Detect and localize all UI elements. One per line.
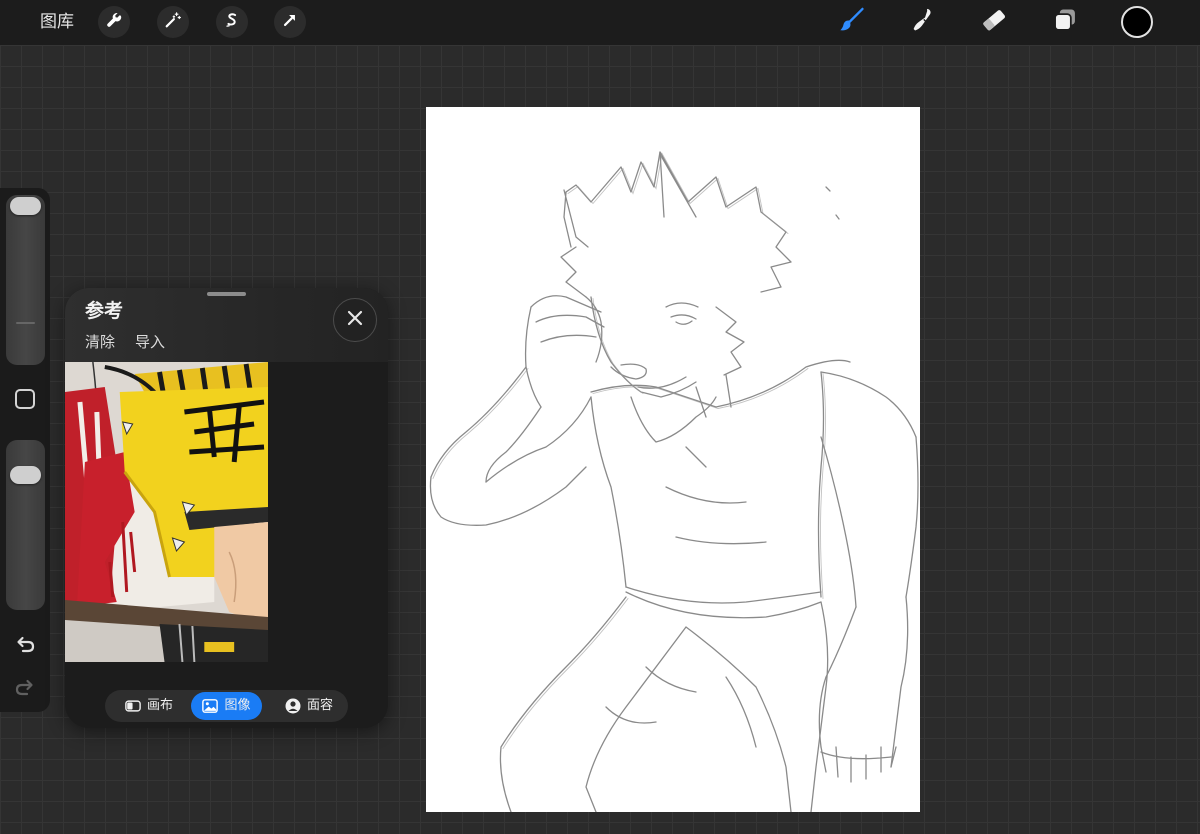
eraser-tool-button[interactable]	[979, 7, 1009, 37]
selection-icon	[223, 11, 241, 33]
brush-icon	[838, 6, 866, 38]
clear-button[interactable]: 清除	[85, 332, 115, 352]
drawing-canvas[interactable]	[426, 107, 920, 812]
reference-image[interactable]	[65, 362, 268, 662]
selection-button[interactable]	[216, 6, 248, 38]
opacity-thumb[interactable]	[10, 465, 41, 484]
brush-size-thumb[interactable]	[10, 197, 41, 215]
top-toolbar: 图库	[0, 0, 1200, 45]
tab-canvas[interactable]: 画布	[111, 692, 187, 720]
canvas-icon	[125, 698, 141, 714]
reference-source-tabs: 画布 图像 面容	[105, 690, 348, 722]
opacity-slider[interactable]	[6, 440, 45, 610]
left-sidebar	[0, 188, 50, 712]
redo-button[interactable]	[13, 677, 37, 699]
color-picker-button[interactable]	[1121, 6, 1153, 38]
square-icon	[14, 388, 36, 414]
transform-button[interactable]	[274, 6, 306, 38]
smudge-icon	[908, 6, 936, 38]
adjustments-button[interactable]	[157, 6, 189, 38]
tab-label: 面容	[306, 698, 333, 713]
smudge-tool-button[interactable]	[907, 7, 937, 37]
layers-icon	[1051, 6, 1079, 38]
arrow-icon	[281, 11, 299, 33]
drag-handle[interactable]	[207, 292, 246, 296]
tab-label: 图像	[224, 698, 251, 713]
close-button[interactable]	[333, 298, 377, 342]
actions-button[interactable]	[98, 6, 130, 38]
layers-button[interactable]	[1050, 7, 1080, 37]
tab-face[interactable]: 面容	[273, 692, 345, 720]
tab-label: 画布	[146, 698, 173, 713]
face-icon	[285, 698, 301, 714]
tab-image[interactable]: 图像	[191, 692, 262, 720]
brush-tool-button[interactable]	[837, 7, 867, 37]
undo-button[interactable]	[13, 634, 37, 656]
slider-marker	[16, 322, 35, 324]
import-button[interactable]: 导入	[135, 332, 165, 352]
wrench-icon	[105, 11, 123, 33]
close-icon	[346, 309, 364, 331]
redo-icon	[13, 679, 37, 703]
reference-title: 参考	[85, 300, 124, 322]
canvas-sketch	[429, 151, 919, 812]
brush-size-slider[interactable]	[6, 195, 45, 365]
eraser-icon	[980, 6, 1008, 38]
reference-panel[interactable]: 参考 清除 导入 画布 图像 面容	[65, 288, 388, 728]
gallery-button[interactable]: 图库	[40, 11, 74, 33]
magic-wand-icon	[164, 11, 182, 33]
image-icon	[202, 698, 219, 714]
undo-icon	[13, 636, 37, 660]
modify-button[interactable]	[14, 388, 36, 414]
